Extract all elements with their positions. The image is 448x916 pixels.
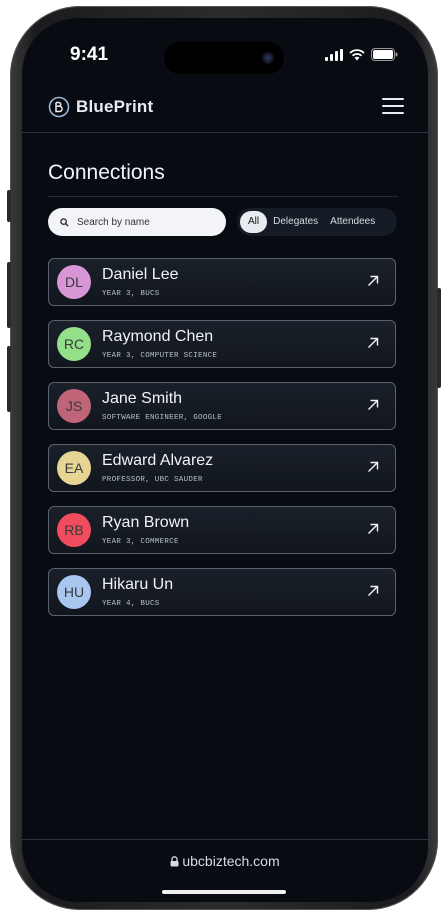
- connection-name: Daniel Lee: [102, 266, 179, 283]
- connection-card[interactable]: DL Daniel Lee YEAR 3, BUCS: [48, 258, 396, 306]
- camera-icon: [262, 52, 274, 64]
- arrow-up-right-icon[interactable]: [367, 461, 379, 473]
- filter-delegates[interactable]: Delegates: [267, 211, 324, 233]
- connection-meta: YEAR 4, BUCS: [102, 600, 160, 608]
- arrow-up-right-icon[interactable]: [367, 275, 379, 287]
- connection-name: Jane Smith: [102, 390, 183, 407]
- dynamic-island: [164, 42, 284, 74]
- connection-meta: YEAR 3, BUCS: [102, 290, 160, 298]
- avatar: HU: [57, 575, 91, 609]
- avatar: EA: [57, 451, 91, 485]
- search-input[interactable]: [75, 215, 219, 229]
- volume-up-button: [7, 262, 11, 328]
- browser-footer: ubcbiztech.com: [22, 839, 428, 902]
- connection-name: Edward Alvarez: [102, 452, 214, 469]
- lock-icon: [170, 856, 179, 867]
- page-title: Connections: [48, 161, 165, 184]
- connection-card[interactable]: JS Jane Smith SOFTWARE ENGINEER, GOOGLE: [48, 382, 396, 430]
- filter-tabs: All Delegates Attendees: [237, 208, 397, 236]
- connection-name: Raymond Chen: [102, 328, 214, 345]
- connection-name: Hikaru Un: [102, 576, 174, 593]
- action-button: [7, 190, 11, 222]
- filter-all[interactable]: All: [240, 211, 268, 233]
- signal-icon: [325, 48, 343, 61]
- screen: 9:41 BluePrint Connections Search by nam…: [22, 18, 428, 902]
- search-icon: [60, 217, 69, 227]
- status-icons: [325, 48, 398, 61]
- arrow-up-right-icon[interactable]: [367, 523, 379, 535]
- connection-card[interactable]: RB Ryan Brown YEAR 3, COMMERCE: [48, 506, 396, 554]
- url-bar[interactable]: ubcbiztech.com: [22, 853, 428, 869]
- connection-card[interactable]: HU Hikaru Un YEAR 4, BUCS: [48, 568, 396, 616]
- connection-meta: YEAR 3, COMMERCE: [102, 538, 179, 546]
- title-divider: [48, 196, 398, 197]
- avatar: RB: [57, 513, 91, 547]
- arrow-up-right-icon[interactable]: [367, 399, 379, 411]
- battery-icon: [371, 48, 398, 61]
- avatar: DL: [57, 265, 91, 299]
- status-time: 9:41: [70, 44, 109, 65]
- search-bar[interactable]: [48, 208, 226, 236]
- power-button: [437, 288, 441, 388]
- arrow-up-right-icon[interactable]: [367, 585, 379, 597]
- arrow-up-right-icon[interactable]: [367, 337, 379, 349]
- hamburger-menu-icon[interactable]: [382, 98, 404, 116]
- connection-meta: PROFESSOR, UBC SAUDER: [102, 476, 203, 484]
- avatar: RC: [57, 327, 91, 361]
- app-name: BluePrint: [76, 97, 154, 116]
- connection-card[interactable]: RC Raymond Chen YEAR 3, COMPUTER SCIENCE: [48, 320, 396, 368]
- url-text: ubcbiztech.com: [182, 853, 280, 869]
- app-logo[interactable]: BluePrint: [48, 96, 153, 118]
- connections-list: DL Daniel Lee YEAR 3, BUCS RC Raymond Ch…: [48, 258, 396, 630]
- connection-meta: YEAR 3, COMPUTER SCIENCE: [102, 352, 218, 360]
- connection-meta: SOFTWARE ENGINEER, GOOGLE: [102, 414, 223, 422]
- avatar: JS: [57, 389, 91, 423]
- app-header: BluePrint: [22, 86, 428, 133]
- connection-card[interactable]: EA Edward Alvarez PROFESSOR, UBC SAUDER: [48, 444, 396, 492]
- connection-name: Ryan Brown: [102, 514, 190, 531]
- filter-attendees[interactable]: Attendees: [324, 211, 381, 233]
- blueprint-logo-icon: [48, 96, 70, 118]
- volume-down-button: [7, 346, 11, 412]
- home-indicator[interactable]: [162, 890, 286, 894]
- wifi-icon: [349, 48, 365, 60]
